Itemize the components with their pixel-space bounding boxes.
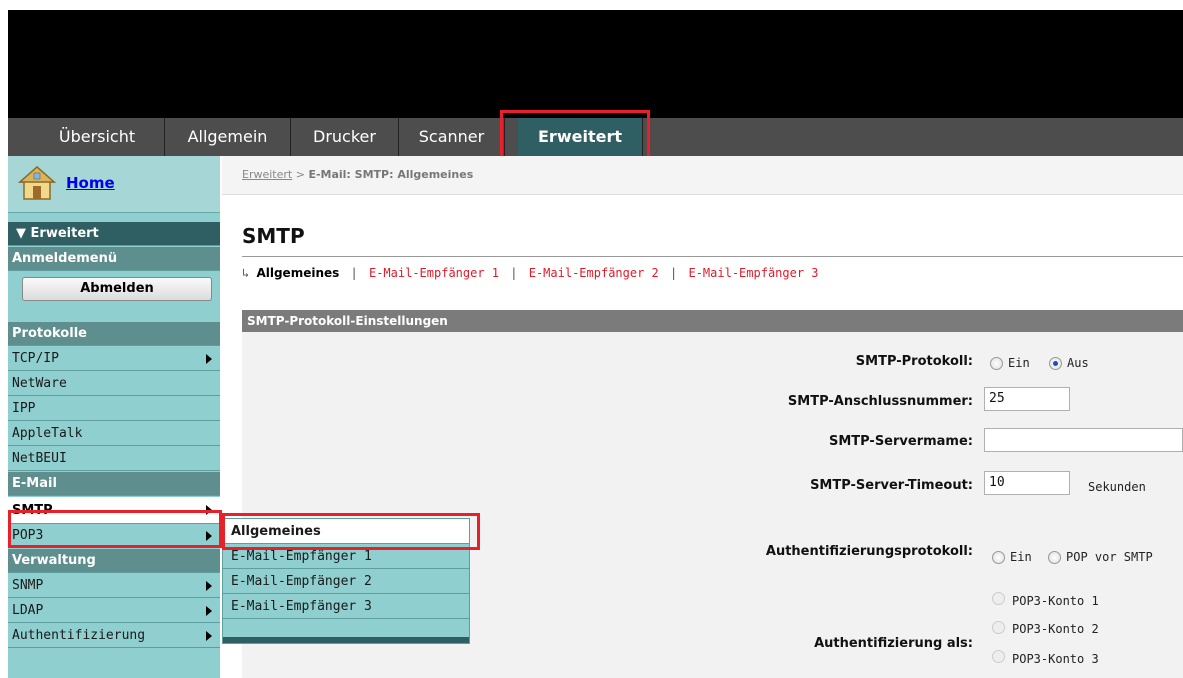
auth-as-label: Authentifizierung als: (814, 636, 973, 651)
sidebar-section-erweitert[interactable]: ▼ Erweitert (8, 222, 220, 246)
smtp-protocol-off-label: Aus (1067, 356, 1089, 370)
header-banner (8, 10, 1183, 118)
sidebar-item-tcpip[interactable]: TCP/IP (8, 347, 220, 371)
pop3-account-2-radio[interactable] (992, 621, 1005, 634)
logout-area: Abmelden (8, 272, 220, 308)
sidebar-item-label: LDAP (12, 603, 44, 618)
auth-on-radio[interactable] (992, 551, 1005, 564)
timeout-unit-label: Sekunden (1088, 480, 1146, 494)
auth-pop-before-smtp-radio[interactable] (1048, 551, 1061, 564)
smtp-timeout-label: SMTP-Server-Timeout: (810, 478, 973, 493)
pop3-account-3-radio[interactable] (992, 650, 1005, 663)
smtp-timeout-input[interactable]: 10 (984, 471, 1070, 495)
smtp-protocol-on-label: Ein (1008, 356, 1030, 370)
sidebar-item-label: SNMP (12, 578, 44, 593)
top-margin (0, 0, 1183, 10)
arrow-right-icon (206, 631, 212, 641)
page-title: SMTP (242, 224, 305, 248)
smtp-flyout-menu: Allgemeines E-Mail-Empfänger 1 E-Mail-Em… (222, 518, 470, 644)
auth-on-label: Ein (1010, 550, 1032, 564)
breadcrumb-current: E-Mail: SMTP: Allgemeines (308, 168, 474, 181)
smtp-port-label: SMTP-Anschlussnummer: (787, 394, 973, 409)
sidebar-header-verwaltung: Verwaltung (8, 549, 220, 573)
pop3-account-1-label: POP3-Konto 1 (1012, 594, 1099, 608)
tab-drucker[interactable]: Drucker (291, 118, 399, 156)
flyout-item-empfaenger-1[interactable]: E-Mail-Empfänger 1 (223, 544, 469, 569)
subnav-arrow-icon: ↳ (242, 266, 257, 280)
sidebar-item-authentifizierung[interactable]: Authentifizierung (8, 624, 220, 648)
title-divider (242, 256, 1183, 257)
sidebar-item-snmp[interactable]: SNMP (8, 574, 220, 598)
flyout-item-empfaenger-2[interactable]: E-Mail-Empfänger 2 (223, 569, 469, 594)
sidebar-item-label: SMTP (12, 503, 53, 518)
sidebar-item-ipp[interactable]: IPP (8, 397, 220, 421)
arrow-right-icon (206, 505, 212, 515)
flyout-item-empfaenger-3[interactable]: E-Mail-Empfänger 3 (223, 594, 469, 619)
smtp-port-input[interactable]: 25 (984, 387, 1070, 411)
smtp-server-input[interactable] (984, 428, 1183, 452)
subnav-separator: | (670, 266, 678, 280)
sidebar-item-netbeui[interactable]: NetBEUI (8, 447, 220, 471)
subnav-link-empfaenger-2[interactable]: E-Mail-Empfänger 2 (529, 266, 659, 280)
arrow-right-icon (206, 354, 212, 364)
breadcrumb-link-erweitert[interactable]: Erweitert (242, 168, 292, 181)
pop3-account-2-label: POP3-Konto 2 (1012, 622, 1099, 636)
smtp-protocol-on-radio[interactable] (990, 357, 1003, 370)
home-area: Home (8, 156, 220, 213)
tab-erweitert[interactable]: Erweitert (518, 118, 643, 156)
arrow-right-icon (206, 531, 212, 541)
smtp-protocol-off-radio[interactable] (1049, 357, 1062, 370)
sidebar-item-appletalk[interactable]: AppleTalk (8, 422, 220, 446)
breadcrumb-separator: > (295, 168, 309, 181)
sidebar-header-protokolle: Protokolle (8, 322, 220, 346)
sidebar-header-anmeldemenu: Anmeldemenü (8, 247, 220, 271)
flyout-item-allgemeines[interactable]: Allgemeines (223, 519, 469, 544)
sidebar-item-label: TCP/IP (12, 351, 59, 366)
sidebar-item-pop3[interactable]: POP3 (8, 524, 220, 548)
smtp-server-label: SMTP-Servermame: (828, 434, 973, 449)
subnav-link-empfaenger-3[interactable]: E-Mail-Empfänger 3 (688, 266, 818, 280)
breadcrumb-bar: Erweitert > E-Mail: SMTP: Allgemeines (222, 156, 1183, 195)
tab-allgemein[interactable]: Allgemein (165, 118, 291, 156)
pop3-account-1-radio[interactable] (992, 592, 1005, 605)
sidebar: Home ▼ Erweitert Anmeldemenü Abmelden Pr… (8, 156, 220, 678)
home-icon[interactable] (18, 164, 56, 202)
arrow-right-icon (206, 581, 212, 591)
sidebar-section-erweitert-label: Erweitert (30, 226, 99, 241)
sidebar-item-label: POP3 (12, 528, 44, 543)
arrow-right-icon (206, 606, 212, 616)
sidebar-item-netware[interactable]: NetWare (8, 372, 220, 396)
home-link[interactable]: Home (66, 174, 115, 192)
pop3-account-3-label: POP3-Konto 3 (1012, 652, 1099, 666)
section-header: SMTP-Protokoll-Einstellungen (242, 310, 1183, 332)
tab-uebersicht[interactable]: Übersicht (30, 118, 165, 156)
subnav-separator: | (510, 266, 518, 280)
breadcrumb: Erweitert > E-Mail: SMTP: Allgemeines (242, 168, 473, 181)
sidebar-header-email: E-Mail (8, 472, 220, 496)
sidebar-item-label: Authentifizierung (12, 628, 146, 643)
flyout-bottom-bar (223, 637, 469, 643)
auth-pop-before-smtp-label: POP vor SMTP (1066, 550, 1153, 564)
sidebar-item-ldap[interactable]: LDAP (8, 599, 220, 623)
smtp-protocol-label: SMTP-Protokoll: (855, 354, 973, 369)
logout-button[interactable]: Abmelden (22, 277, 212, 301)
auth-protocol-label: Authentifizierungsprotokoll: (765, 544, 973, 559)
subnav-current-allgemeines: Allgemeines (256, 266, 340, 280)
sub-navigation: ↳ Allgemeines | E-Mail-Empfänger 1 | E-M… (242, 266, 819, 280)
main-tab-bar: Übersicht Allgemein Drucker Scanner Erwe… (8, 118, 1183, 156)
subnav-link-empfaenger-1[interactable]: E-Mail-Empfänger 1 (369, 266, 499, 280)
subnav-separator: | (350, 266, 358, 280)
sidebar-item-smtp[interactable]: SMTP (8, 497, 220, 524)
tab-scanner[interactable]: Scanner (399, 118, 505, 156)
